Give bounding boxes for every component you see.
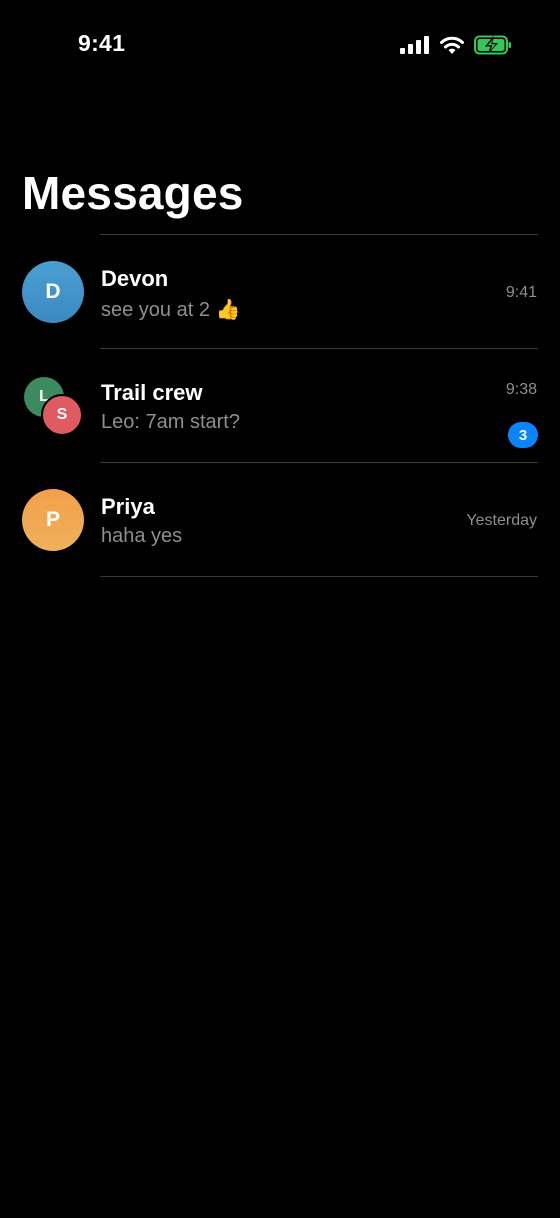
- timestamp: 9:38: [505, 381, 537, 398]
- avatar-initial: S: [56, 406, 68, 423]
- avatar-initial: D: [45, 280, 61, 303]
- wifi-icon: [439, 35, 465, 55]
- conversation-name: Devon: [101, 266, 169, 291]
- status-icons: [400, 34, 512, 56]
- avatar-initial: P: [45, 508, 60, 531]
- timestamp: Yesterday: [466, 512, 537, 529]
- conversation-row-priya[interactable]: P Priya haha yes Yesterday: [0, 463, 560, 576]
- cellular-signal-icon: [400, 36, 430, 54]
- conversation-name: Trail crew: [101, 380, 203, 405]
- message-preview: haha yes: [101, 525, 183, 547]
- conversation-name: Priya: [101, 494, 155, 519]
- group-avatar: L S: [22, 377, 84, 439]
- status-time: 9:41: [78, 30, 126, 56]
- divider: [100, 576, 538, 577]
- unread-badge: 3: [508, 422, 538, 448]
- message-preview: Leo: 7am start?: [101, 411, 240, 433]
- avatar: P: [22, 489, 84, 551]
- message-preview: see you at 2 👍: [101, 299, 241, 321]
- battery-charging-icon: [474, 35, 512, 55]
- timestamp: 9:41: [505, 284, 537, 301]
- avatar: D: [22, 261, 84, 323]
- avatar-member-2: S: [41, 394, 83, 436]
- page-title: Messages: [22, 167, 244, 219]
- conversation-row-devon[interactable]: D Devon see you at 2 👍 9:41: [0, 235, 560, 348]
- conversation-row-trail-crew[interactable]: L S Trail crew Leo: 7am start? 9:38 3: [0, 349, 560, 462]
- status-bar: 9:41: [0, 0, 560, 90]
- conversation-list: D Devon see you at 2 👍 9:41 L S Trail cr…: [0, 234, 560, 577]
